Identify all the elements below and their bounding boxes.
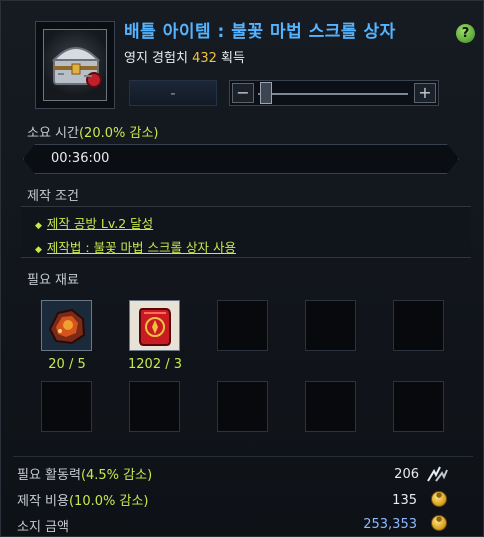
bullet-icon: ◆	[35, 221, 42, 231]
material-slot-empty	[41, 381, 92, 432]
condition-item[interactable]: ◆ 제작 공방 Lv.2 달성	[35, 213, 153, 232]
gold-coin-icon	[431, 491, 447, 507]
energy-discount: (4.5% 감소)	[80, 468, 153, 483]
quantity-slider[interactable]: − +	[229, 80, 439, 106]
time-label: 소요 시간(20.0% 감소)	[27, 122, 158, 141]
energy-icon	[427, 466, 448, 482]
materials-label: 필요 재료	[27, 273, 79, 288]
material-slot-empty	[305, 300, 356, 351]
material-slot-empty	[393, 381, 444, 432]
condition-text: 제작 공방 Lv.2 달성	[46, 216, 154, 231]
increase-button[interactable]: +	[414, 83, 436, 103]
treasure-chest-icon	[43, 29, 107, 101]
crafting-panel: 배틀 아이템 : 불꽃 마법 스크롤 상자 영지 경험치 432 획득 ? - …	[0, 0, 484, 537]
item-title: 배틀 아이템 : 불꽃 마법 스크롤 상자	[124, 22, 396, 42]
conditions-label: 제작 조건	[27, 189, 79, 204]
gold-coin-icon	[431, 515, 447, 531]
slider-track[interactable]	[258, 93, 408, 95]
material-slot-empty	[129, 381, 180, 432]
exp-label: 영지 경험치	[124, 51, 193, 66]
energy-label: 필요 활동력(4.5% 감소)	[17, 464, 152, 483]
material-qty: 20 / 5	[48, 357, 86, 372]
bullet-icon: ◆	[35, 245, 42, 255]
material-qty: 1202 / 3	[128, 357, 182, 372]
material-slot[interactable]	[129, 300, 180, 351]
condition-text: 제작법 : 불꽃 마법 스크롤 상자 사용	[46, 240, 236, 255]
time-discount: (20.0% 감소)	[78, 126, 159, 141]
owned-label: 소지 금액	[17, 520, 69, 535]
cost-value: 135	[392, 493, 417, 508]
material-slot-empty	[217, 300, 268, 351]
fire-ore-icon	[42, 301, 91, 350]
energy-value: 206	[394, 467, 419, 482]
exp-suffix: 획득	[216, 51, 245, 66]
decrease-button[interactable]: −	[232, 83, 254, 103]
material-slot-empty	[217, 381, 268, 432]
energy-label-text: 필요 활동력	[17, 468, 81, 483]
material-slot[interactable]	[41, 300, 92, 351]
time-display: 00:36:00	[23, 144, 459, 174]
divider	[13, 456, 473, 457]
cost-label: 제작 비용(10.0% 감소)	[17, 490, 148, 509]
cost-label-text: 제작 비용	[17, 494, 69, 509]
time-value: 00:36:00	[51, 151, 110, 166]
material-slot-empty	[393, 300, 444, 351]
help-icon[interactable]: ?	[456, 24, 475, 43]
cost-discount: (10.0% 감소)	[68, 494, 149, 509]
exp-value: 432	[192, 51, 217, 66]
condition-item[interactable]: ◆ 제작법 : 불꽃 마법 스크롤 상자 사용	[35, 237, 236, 256]
owned-value: 253,353	[363, 517, 417, 532]
fire-scroll-icon	[130, 301, 179, 350]
slider-thumb[interactable]	[260, 82, 272, 104]
material-slot-empty	[305, 381, 356, 432]
item-icon-frame[interactable]	[35, 21, 115, 109]
exp-reward: 영지 경험치 432 획득	[124, 47, 245, 66]
time-label-text: 소요 시간	[27, 126, 79, 141]
conditions-list: ◆ 제작 공방 Lv.2 달성 ◆ 제작법 : 불꽃 마법 스크롤 상자 사용	[21, 206, 471, 258]
quantity-minus-button[interactable]: -	[129, 80, 217, 106]
